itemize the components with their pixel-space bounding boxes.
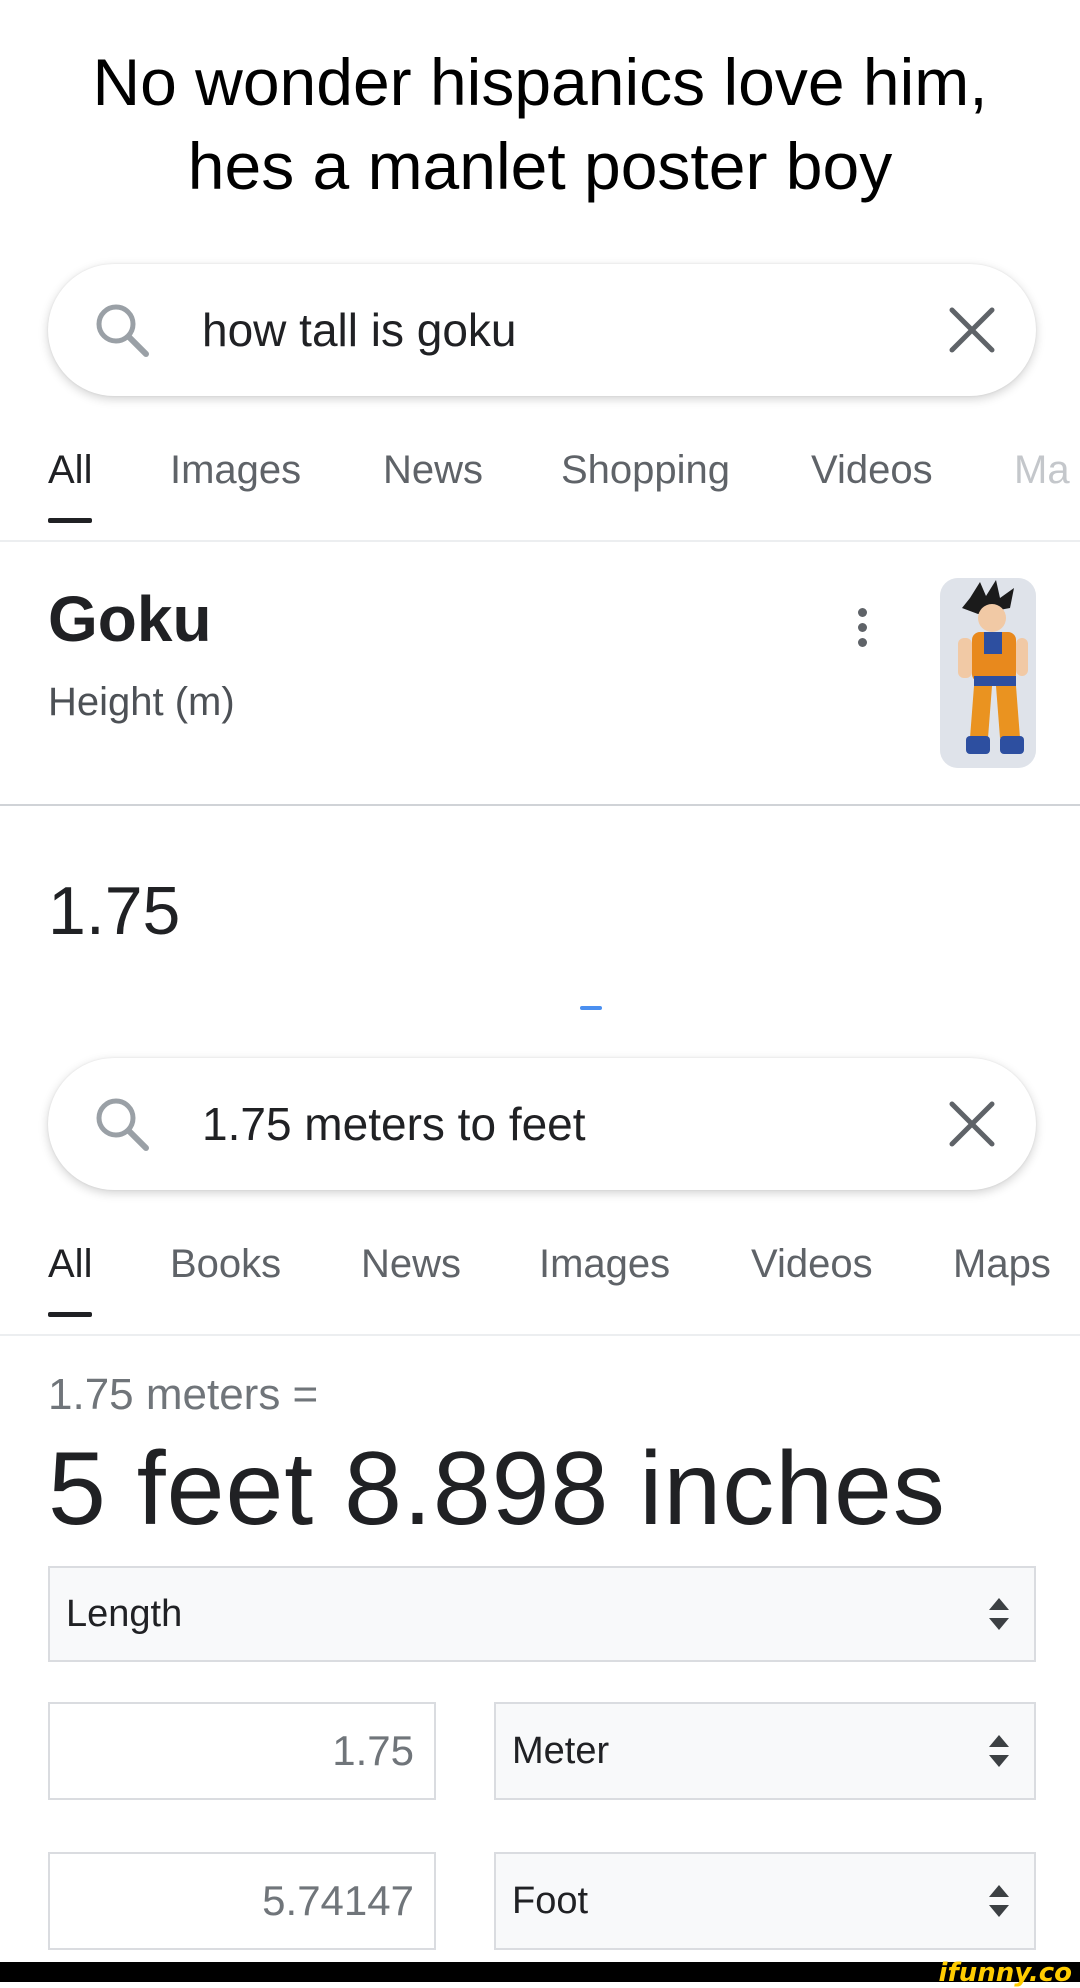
close-icon[interactable]	[946, 304, 998, 356]
tab-news[interactable]: News	[383, 448, 483, 493]
unit-category-label: Length	[66, 1592, 183, 1635]
search-bar[interactable]: how tall is goku	[48, 264, 1036, 396]
watermark-bar	[0, 1962, 1080, 1982]
unit-category-select[interactable]: Length	[48, 1566, 1036, 1662]
sort-arrows-icon	[989, 1735, 1009, 1767]
search-tabs: All Images News Shopping Videos Ma	[0, 430, 1080, 542]
to-unit-select[interactable]: Foot	[494, 1852, 1036, 1950]
search-tabs-2: All Books News Images Videos Maps	[0, 1224, 1080, 1336]
tab-books[interactable]: Books	[170, 1242, 281, 1287]
search-icon[interactable]	[92, 300, 152, 360]
conversion-input-summary: 1.75 meters =	[48, 1370, 319, 1419]
height-answer: 1.75	[48, 873, 181, 949]
tab-images-2[interactable]: Images	[539, 1242, 670, 1287]
tab-shopping[interactable]: Shopping	[561, 448, 730, 493]
to-unit-label: Foot	[512, 1879, 589, 1922]
ifunny-watermark: ifunny.co	[938, 1958, 1072, 1988]
section-divider	[0, 804, 1080, 806]
caption-line-2: hes a manlet poster boy	[187, 129, 893, 203]
sort-arrows-icon	[989, 1598, 1009, 1630]
tab-videos-2[interactable]: Videos	[751, 1242, 873, 1287]
meme-caption: No wonder hispanics love him, hes a manl…	[0, 40, 1080, 208]
goku-thumbnail-image[interactable]	[940, 578, 1036, 768]
search-bar-2[interactable]: 1.75 meters to feet	[48, 1058, 1036, 1190]
entity-attribute: Height (m)	[48, 680, 235, 724]
tab-all[interactable]: All	[48, 448, 93, 523]
tab-videos[interactable]: Videos	[811, 448, 933, 493]
search-input[interactable]: how tall is goku	[202, 264, 517, 396]
tab-all-2[interactable]: All	[48, 1242, 93, 1317]
from-value-input[interactable]: 1.75	[48, 1702, 436, 1800]
tab-maps-2[interactable]: Maps	[953, 1242, 1051, 1287]
loading-indicator	[580, 1006, 602, 1010]
search-input-2[interactable]: 1.75 meters to feet	[202, 1058, 586, 1190]
to-value-input[interactable]: 5.74147	[48, 1852, 436, 1950]
conversion-result: 5 feet 8.898 inches	[48, 1431, 946, 1547]
to-value: 5.74147	[262, 1877, 414, 1924]
sort-arrows-icon	[989, 1885, 1009, 1917]
more-options-icon[interactable]	[850, 608, 874, 654]
from-value: 1.75	[332, 1727, 414, 1774]
caption-line-1: No wonder hispanics love him,	[92, 45, 988, 119]
tab-maps[interactable]: Ma	[1014, 448, 1070, 493]
search-icon[interactable]	[92, 1094, 152, 1154]
tab-news-2[interactable]: News	[361, 1242, 461, 1287]
from-unit-select[interactable]: Meter	[494, 1702, 1036, 1800]
entity-title[interactable]: Goku	[48, 582, 212, 656]
close-icon[interactable]	[946, 1098, 998, 1150]
tab-images[interactable]: Images	[170, 448, 301, 493]
from-unit-label: Meter	[512, 1729, 610, 1772]
